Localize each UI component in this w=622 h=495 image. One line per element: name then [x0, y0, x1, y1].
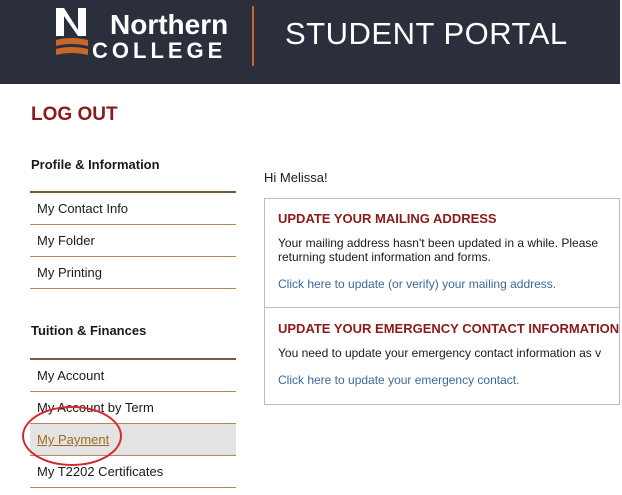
section-heading-profile: Profile & Information: [31, 157, 160, 172]
sidebar-item-my-contact-info[interactable]: My Contact Info: [30, 193, 236, 225]
header-divider: [252, 6, 254, 66]
notice-body-line: Your mailing address hasn't been updated…: [278, 236, 599, 250]
header-bar: Northern COLLEGE STUDENT PORTAL: [0, 0, 620, 84]
update-emergency-contact-link[interactable]: Click here to update your emergency cont…: [278, 373, 619, 387]
notice-body-line: You need to update your emergency contac…: [278, 346, 602, 360]
update-mailing-address-link[interactable]: Click here to update (or verify) your ma…: [278, 277, 619, 291]
sidebar-item-my-t2202-certificates[interactable]: My T2202 Certificates: [30, 456, 236, 488]
notices-panel: UPDATE YOUR MAILING ADDRESS Your mailing…: [264, 198, 620, 405]
sidebar-item-my-payment[interactable]: My Payment: [30, 424, 236, 456]
portal-title: STUDENT PORTAL: [285, 16, 568, 51]
tuition-menu: My Account My Account by Term My Payment…: [30, 358, 236, 488]
logout-link[interactable]: LOG OUT: [31, 104, 118, 126]
logo-n-emblem-icon: [56, 8, 88, 55]
section-heading-tuition: Tuition & Finances: [31, 323, 147, 338]
sidebar-item-my-folder[interactable]: My Folder: [30, 225, 236, 257]
notice-emergency-contact: UPDATE YOUR EMERGENCY CONTACT INFORMATIO…: [265, 321, 619, 387]
notice-separator: [265, 307, 619, 308]
notice-body-line: returning student information and forms.: [278, 250, 491, 264]
sidebar-item-my-account-by-term[interactable]: My Account by Term: [30, 392, 236, 424]
notice-title: UPDATE YOUR EMERGENCY CONTACT INFORMATIO…: [278, 321, 620, 336]
sidebar-item-my-printing[interactable]: My Printing: [30, 257, 236, 289]
northern-college-logo[interactable]: Northern COLLEGE: [54, 6, 228, 66]
greeting-text: Hi Melissa!: [264, 170, 328, 185]
notice-mailing-address: UPDATE YOUR MAILING ADDRESS Your mailing…: [265, 211, 619, 291]
notice-title: UPDATE YOUR MAILING ADDRESS: [278, 211, 497, 226]
logo-wordmark-northern: Northern: [110, 9, 229, 40]
sidebar-item-my-account[interactable]: My Account: [30, 360, 236, 392]
logo-wordmark-college: COLLEGE: [92, 38, 227, 63]
profile-menu: My Contact Info My Folder My Printing: [30, 191, 236, 289]
